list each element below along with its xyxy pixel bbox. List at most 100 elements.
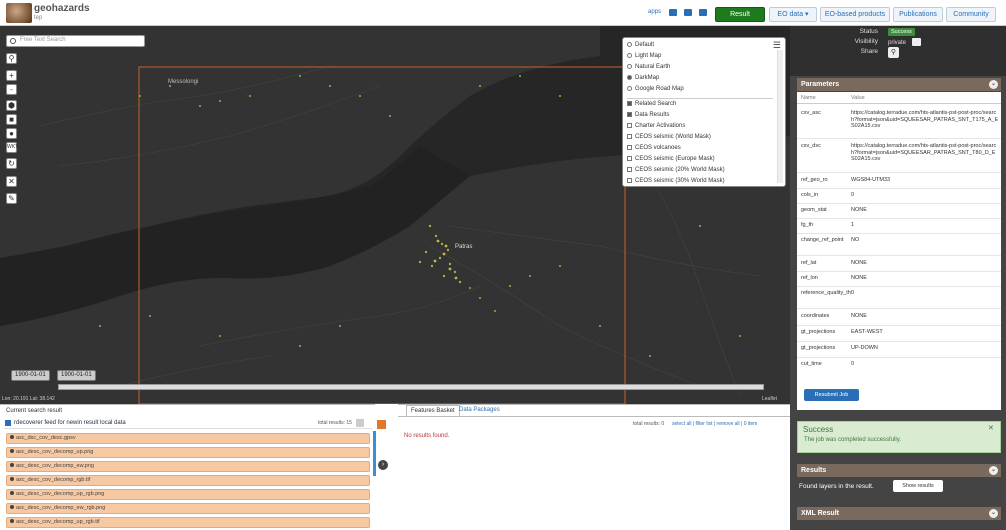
list-item[interactable]: asc_desc_cov_decomp_up.png	[6, 447, 370, 458]
nav-publications[interactable]: Publications	[893, 7, 943, 22]
overlay-label: CEOS seismic (20% World Mask)	[635, 167, 725, 173]
draw-polygon-icon[interactable]: ⬢	[6, 100, 17, 111]
row-divider	[797, 308, 1001, 309]
param-name: cols_in	[801, 192, 819, 198]
map-attribution[interactable]: Leaflet	[762, 396, 777, 402]
brand-sub: tep	[34, 15, 43, 21]
layer-panel-scrollbar[interactable]	[777, 50, 783, 183]
basemap-default[interactable]: Default	[627, 42, 654, 48]
wkt-icon[interactable]: WKT	[6, 142, 18, 153]
expand-arrow-icon[interactable]: ›	[378, 460, 388, 470]
map-search-input[interactable]: Free Text Search	[6, 35, 145, 47]
zoom-out-button[interactable]: -	[6, 84, 17, 95]
basemap-label: Default	[635, 42, 655, 48]
show-results-button[interactable]: Show results	[893, 480, 943, 492]
checkbox-icon	[627, 156, 632, 161]
list-item-label: asc_desc_cov_decomp_rgb.tif	[16, 477, 91, 483]
overlay-charter[interactable]: Charter Activations	[627, 123, 685, 129]
chevron-down-icon[interactable]: ⌄	[989, 509, 998, 518]
parameters-header[interactable]: Parameters ⌄	[797, 78, 1001, 91]
search-tool-icon[interactable]: ⚲	[6, 53, 17, 64]
param-name: csv_dsc	[801, 143, 821, 149]
chevron-down-icon[interactable]: ⌄	[989, 466, 998, 475]
row-divider	[797, 218, 1001, 219]
logo-icon[interactable]	[6, 3, 32, 23]
overlay-ceos-20[interactable]: CEOS seismic (20% World Mask)	[627, 167, 725, 173]
tab-features-basket[interactable]: Features Basket	[406, 405, 460, 416]
basemap-light[interactable]: Light Map	[627, 53, 661, 59]
row-divider	[797, 233, 1001, 234]
list-item-label: asc_desc_cov_decomp_ew_rgb.png	[16, 505, 106, 511]
apps-link[interactable]: apps	[648, 9, 661, 15]
basemap-label: Natural Earth	[635, 64, 671, 70]
basemap-dark[interactable]: DarkMap	[627, 75, 659, 81]
nav-community[interactable]: Community	[946, 7, 996, 22]
overlay-data-results[interactable]: Data Results	[627, 112, 669, 118]
param-name: geom_stat	[801, 207, 827, 213]
param-value: 1	[851, 222, 855, 228]
flag-icon[interactable]	[699, 9, 707, 16]
success-message: The job was completed successfully.	[804, 437, 901, 443]
nav-eo-products[interactable]: EO-based products	[820, 7, 890, 22]
overlay-ceos-world[interactable]: CEOS seismic (World Mask)	[627, 134, 711, 140]
param-value: NONE	[851, 313, 867, 319]
date-end-chip[interactable]: 1900-01-01	[57, 370, 96, 381]
resubmit-job-button[interactable]: Resubmit Job	[804, 389, 859, 401]
checkbox-icon	[627, 178, 632, 183]
list-item[interactable]: asc_desc_cov_decomp_ew_rgb.png	[6, 503, 370, 514]
row-divider	[797, 341, 1001, 342]
draw-marker-icon[interactable]: ●	[6, 128, 17, 139]
time-slider[interactable]	[58, 384, 764, 390]
result-button[interactable]: Result	[715, 7, 765, 22]
success-title: Success	[803, 425, 834, 434]
list-item[interactable]: asc_desc_cov_decomp_rgb.tif	[6, 475, 370, 486]
share-icon[interactable]: ⚲	[888, 47, 899, 58]
row-divider	[797, 325, 1001, 326]
checkbox-icon	[627, 167, 632, 172]
panel-splitter[interactable]	[373, 431, 376, 476]
close-icon[interactable]: ✕	[988, 424, 994, 432]
overlay-ceos-30[interactable]: CEOS seismic (30% World Mask)	[627, 178, 725, 184]
list-item[interactable]: asc_desc_cov_decomp_up_rgb.tif	[6, 517, 370, 528]
param-name: fg_th	[801, 222, 814, 228]
list-item[interactable]: asc_dsc_cov_desc.gpsv	[6, 433, 370, 444]
search-placeholder: Free Text Search	[20, 37, 66, 43]
brand-name[interactable]: geohazards	[34, 3, 90, 14]
basemap-natural-earth[interactable]: Natural Earth	[627, 64, 670, 70]
list-item-label: asc_dsc_cov_desc.gpsv	[16, 435, 76, 441]
visibility-dropdown[interactable]	[912, 38, 921, 46]
list-item[interactable]: asc_desc_cov_decomp_up_rgb.png	[6, 489, 370, 500]
draw-rectangle-icon[interactable]: ■	[6, 114, 17, 125]
tab-data-packages[interactable]: Data Packages	[455, 405, 504, 416]
nav-eo-data[interactable]: EO data ▾	[769, 7, 817, 22]
overlay-label: Charter Activations	[635, 123, 686, 129]
overlay-ceos-volcanoes[interactable]: CEOS volcanoes	[627, 145, 681, 151]
basket-actions[interactable]: select all | filter list | remove all | …	[672, 421, 757, 427]
results-header: rdecoverer feed for newin result local d…	[4, 419, 372, 429]
checkbox-icon	[627, 123, 632, 128]
overlay-ceos-europe[interactable]: CEOS seismic (Europe Mask)	[627, 156, 715, 162]
rss-icon[interactable]	[377, 420, 386, 429]
visibility-label: Visibility	[854, 38, 878, 45]
param-value: WGS84-UTM33	[851, 177, 891, 183]
clear-icon[interactable]: ✕	[6, 176, 17, 187]
zoom-in-button[interactable]: +	[6, 70, 17, 81]
param-value: NONE	[851, 207, 867, 213]
document-icon[interactable]	[684, 9, 692, 16]
edit-icon[interactable]: ✎	[6, 193, 17, 204]
list-item[interactable]: asc_desc_cov_decomp_ew.png	[6, 461, 370, 472]
radio-icon	[627, 75, 632, 80]
dot-icon	[10, 435, 14, 439]
chevron-down-icon[interactable]: ⌄	[989, 80, 998, 89]
download-icon[interactable]	[356, 419, 364, 427]
divider	[627, 98, 773, 99]
results-header-bar[interactable]: Results ⌄	[797, 464, 1001, 477]
no-results-message: No results found.	[404, 433, 450, 439]
mail-icon[interactable]	[669, 9, 677, 16]
overlay-related-search[interactable]: Related Search	[627, 101, 676, 107]
overlay-label: CEOS volcanoes	[635, 145, 681, 151]
xml-result-header[interactable]: XML Result ⌄	[797, 507, 1001, 520]
basemap-google-road[interactable]: Google Road Map	[627, 86, 684, 92]
date-start-chip[interactable]: 1900-01-01	[11, 370, 50, 381]
refresh-icon[interactable]: ↻	[6, 158, 17, 169]
